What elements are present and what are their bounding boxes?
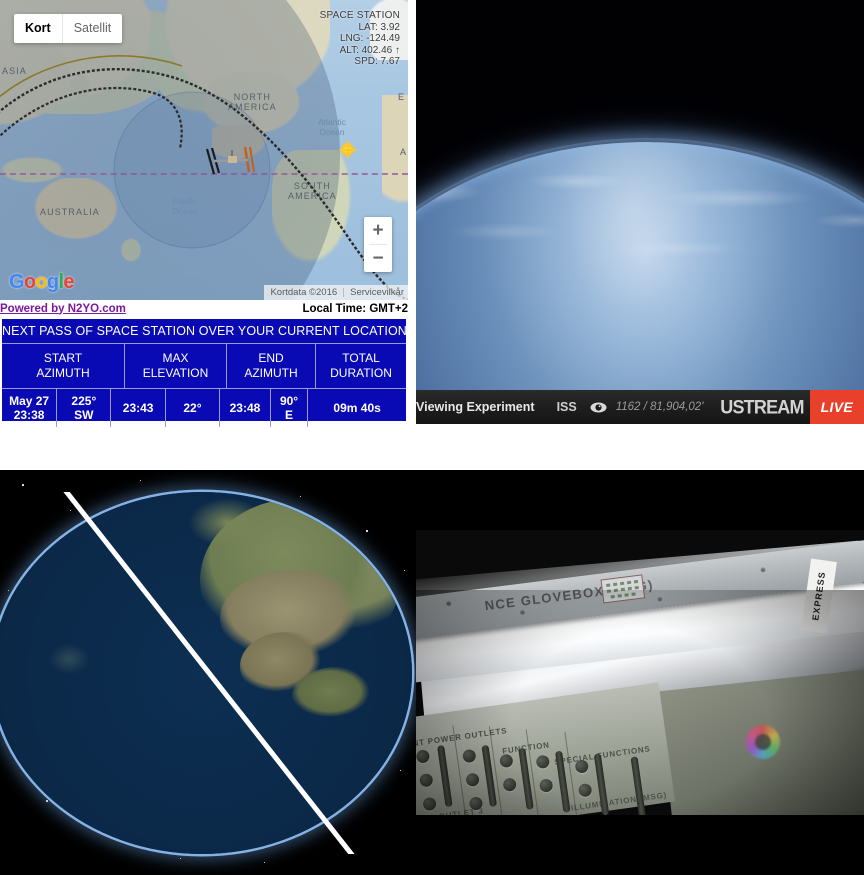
- telemetry-title: SPACE STATION: [319, 10, 400, 21]
- lens-flare-artifact: [746, 725, 780, 759]
- letterbox-bottom: [416, 815, 864, 875]
- telemetry-latitude: LAT: 3.92: [358, 21, 400, 33]
- iss-tracking-dashboard: ASIA NORTH AMERICA SOUTH AMERICA AUSTRALIA…: [0, 0, 864, 875]
- map-type-kort-button[interactable]: Kort: [14, 14, 62, 43]
- telemetry-speed: SPD: 7.67: [354, 56, 400, 68]
- panel-knob[interactable]: [418, 772, 434, 788]
- panel-knob[interactable]: [461, 748, 477, 764]
- next-pass-table: NEXT PASS OF SPACE STATION OVER YOUR CUR…: [0, 317, 408, 427]
- express-tag-text: EXPRESS: [810, 570, 828, 622]
- panel-handle[interactable]: [518, 747, 534, 811]
- pass-header-max-elevation: MAX ELEVATION: [142, 351, 209, 380]
- map-attribution-bar: Kortdata ©2016 Servicevilkår: [264, 285, 408, 300]
- panel-knob[interactable]: [535, 754, 551, 770]
- pass-cell-total-duration-value: 09m 40s: [333, 401, 381, 415]
- ustream-status-bar[interactable]: Viewing Experiment ISS 1162 / 81,904,02'…: [416, 390, 864, 424]
- ustream-viewer-count: 1162 / 81,904,02': [615, 401, 704, 413]
- glovebox-keypad-icon: [600, 574, 646, 604]
- panel-knob[interactable]: [416, 749, 431, 764]
- panel-knob[interactable]: [465, 772, 480, 788]
- iss-interior-camera-panel[interactable]: NCE GLOVEBOX (MSG) ENT POWER OUTLETS FUN…: [416, 470, 864, 875]
- pass-cell-max-elevation-time: 23:43: [111, 389, 166, 427]
- google-map-canvas[interactable]: ASIA NORTH AMERICA SOUTH AMERICA AUSTRALIA…: [0, 0, 408, 300]
- zoom-in-button[interactable]: +: [364, 217, 392, 244]
- camera-video-frame: NCE GLOVEBOX (MSG) ENT POWER OUTLETS FUN…: [416, 530, 864, 815]
- pass-cell-start-azimuth-value: 225° SW: [57, 389, 112, 427]
- telemetry-longitude: LNG: -124.49: [339, 33, 400, 45]
- subsolar-point-icon: [340, 142, 355, 157]
- map-data-attribution: Kortdata ©2016: [270, 287, 338, 298]
- ustream-brand-logo[interactable]: USTREAM: [720, 396, 809, 419]
- pass-header-end-azimuth: END AZIMUTH: [244, 351, 298, 380]
- map-zoom-control[interactable]: + −: [364, 217, 392, 272]
- panel-label-power-outlets: ENT POWER OUTLETS: [416, 726, 508, 750]
- pass-header-total-duration: TOTAL DURATION: [330, 351, 392, 380]
- ustream-channel-name: ISS: [556, 400, 577, 414]
- iss-telemetry-overlay: SPACE STATION LAT: 3.92 LNG: -124.49 ALT…: [320, 10, 400, 68]
- panel-knob[interactable]: [577, 782, 593, 798]
- pass-table-header-row: START AZIMUTH MAX ELEVATION END AZIMUTH TOT…: [2, 343, 406, 388]
- panel-knob[interactable]: [538, 778, 554, 793]
- map-type-control[interactable]: Kort Satellit: [14, 14, 123, 43]
- iss-live-earth-view[interactable]: Viewing Experiment ISS 1162 / 81,904,02'…: [416, 0, 864, 424]
- attribution-divider: [343, 288, 345, 297]
- n2yo-map-panel[interactable]: ASIA NORTH AMERICA SOUTH AMERICA AUSTRALIA…: [0, 0, 408, 300]
- rack-screw: [445, 600, 452, 607]
- pass-cell-start-date-time: May 27 23:38: [2, 389, 58, 427]
- rack-screw: [519, 609, 526, 615]
- panel-knob[interactable]: [498, 753, 514, 769]
- iss-globe-tracker-panel[interactable]: SPACE STATION: [0, 470, 416, 875]
- n2yo-info-strip: Powered by N2YO.com Local Time: GMT+2: [0, 300, 408, 317]
- cloud-layer: [416, 142, 864, 424]
- map-terms-link[interactable]: Servicevilkår: [350, 287, 404, 298]
- pass-cell-end-time: 23:48: [220, 389, 271, 427]
- rack-screw: [760, 566, 766, 573]
- zoom-out-button[interactable]: −: [364, 245, 392, 272]
- pass-table-title: NEXT PASS OF SPACE STATION OVER YOUR CUR…: [2, 324, 407, 338]
- pass-table-data-row: May 27 23:38 225° SW 23:43 22° 23:48 90°…: [2, 388, 406, 427]
- panel-handle[interactable]: [630, 756, 647, 815]
- letterbox-top: [416, 470, 864, 530]
- panel-handle[interactable]: [437, 744, 453, 808]
- live-badge: LIVE: [809, 390, 864, 424]
- map-type-satellit-button[interactable]: Satellit: [62, 14, 123, 43]
- local-time-label: Local Time: GMT+2: [302, 302, 408, 315]
- globe-orbit-track: [63, 492, 355, 854]
- pass-cell-max-elevation-value: 22°: [166, 389, 221, 427]
- google-logo[interactable]: Google: [9, 271, 74, 294]
- panel-knob[interactable]: [422, 796, 437, 812]
- rack-screw: [657, 596, 663, 602]
- viewer-eye-icon: [590, 402, 607, 413]
- panel-handle[interactable]: [481, 744, 498, 808]
- n2yo-powered-by-link[interactable]: Powered by N2YO.com: [0, 303, 126, 315]
- ustream-stream-title: Viewing Experiment: [416, 400, 535, 414]
- telemetry-altitude: ALT: 402.46 ↑: [339, 44, 400, 56]
- pass-header-start-azimuth: START AZIMUTH: [36, 351, 90, 380]
- panel-knob[interactable]: [502, 777, 518, 793]
- pass-cell-end-azimuth-value: 90° E: [271, 389, 309, 427]
